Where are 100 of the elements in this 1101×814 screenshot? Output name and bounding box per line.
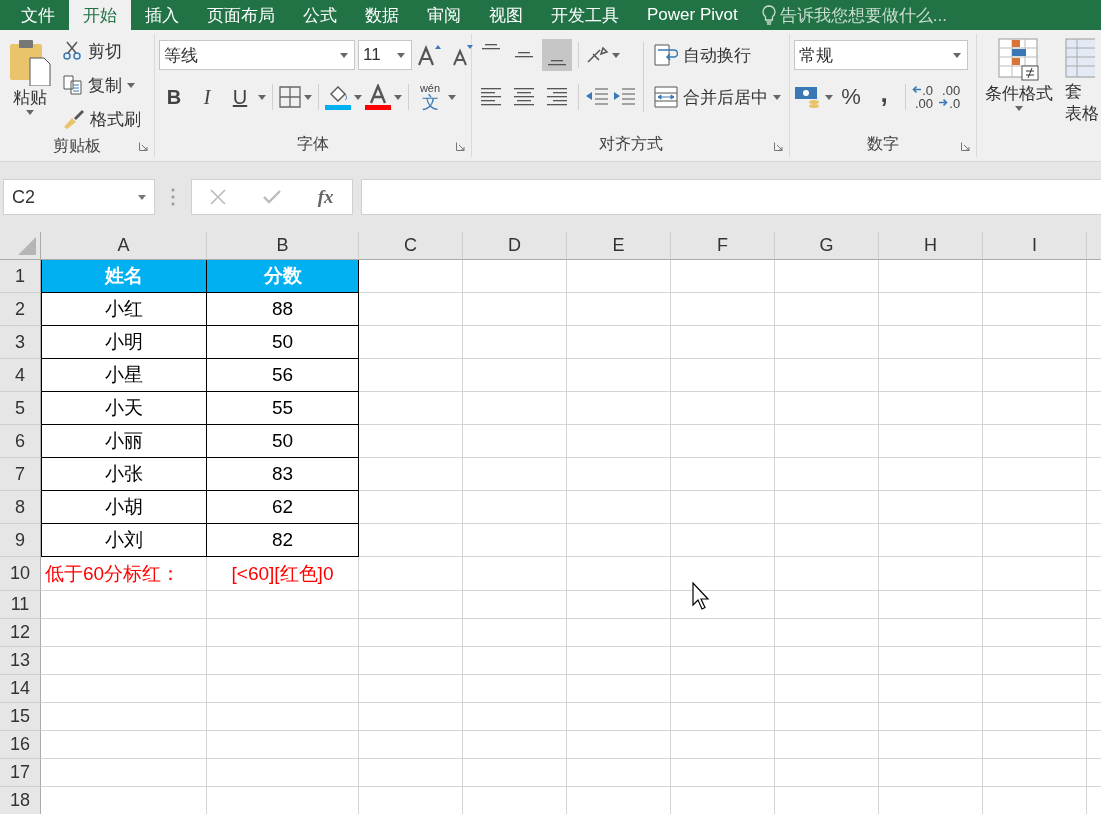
- caret-icon: [953, 52, 961, 58]
- ribbon-tab[interactable]: 开始: [69, 0, 131, 30]
- caret-icon: [394, 94, 402, 100]
- table-cell: 50: [207, 425, 359, 458]
- caret-icon: [127, 82, 135, 88]
- phonetic-button[interactable]: wén 文: [415, 81, 445, 113]
- percent-button[interactable]: %: [836, 81, 866, 113]
- conditional-formatting-button[interactable]: 条件格式: [981, 36, 1057, 155]
- checkmark-icon[interactable]: [263, 190, 282, 204]
- row-header[interactable]: 6: [0, 425, 41, 458]
- column-title: 分数: [207, 260, 359, 293]
- column-header[interactable]: D: [463, 232, 567, 260]
- table-cell: 82: [207, 524, 359, 557]
- fill-color-icon[interactable]: [325, 84, 351, 110]
- caret-icon: [1015, 106, 1023, 112]
- row-header[interactable]: 11: [0, 591, 41, 619]
- table-cell: 88: [207, 293, 359, 326]
- column-header[interactable]: H: [879, 232, 983, 260]
- row-header[interactable]: 10: [0, 557, 41, 591]
- ribbon-tab[interactable]: 公式: [289, 0, 351, 30]
- row-header[interactable]: 7: [0, 458, 41, 491]
- bold-button[interactable]: B: [159, 81, 189, 113]
- ribbon-tab[interactable]: 数据: [351, 0, 413, 30]
- dialog-launcher-icon[interactable]: [139, 142, 148, 151]
- comma-button[interactable]: ,: [869, 81, 899, 113]
- row-header[interactable]: 1: [0, 260, 41, 293]
- ribbon-tab[interactable]: 文件: [7, 0, 69, 30]
- row-header[interactable]: 14: [0, 675, 41, 703]
- table-cell: 83: [207, 458, 359, 491]
- group-label: 字体: [297, 133, 329, 154]
- currency-icon[interactable]: [794, 84, 822, 110]
- font-size-field[interactable]: 11: [358, 40, 412, 70]
- borders-icon[interactable]: [279, 86, 301, 108]
- ribbon-tab[interactable]: 插入: [131, 0, 193, 30]
- left-arrow-icon: [912, 85, 921, 94]
- column-header[interactable]: F: [671, 232, 775, 260]
- merge-center-button[interactable]: 合并后居中: [651, 78, 784, 116]
- table-cell: 小星: [41, 359, 207, 392]
- caret-icon: [354, 94, 362, 100]
- row-header[interactable]: 4: [0, 359, 41, 392]
- row-header[interactable]: 9: [0, 524, 41, 557]
- decrease-indent-icon[interactable]: [585, 86, 609, 108]
- dialog-launcher-icon[interactable]: [774, 142, 783, 151]
- italic-button[interactable]: I: [192, 81, 222, 113]
- row-header[interactable]: 15: [0, 703, 41, 731]
- copy-button[interactable]: 复制: [60, 70, 144, 100]
- format-painter-button[interactable]: 格式刷: [60, 104, 144, 134]
- right-arrow-icon: [939, 98, 949, 107]
- name-box[interactable]: C2: [3, 179, 155, 215]
- row-header[interactable]: 8: [0, 491, 41, 524]
- ribbon-tab[interactable]: 页面布局: [193, 0, 289, 30]
- row-header[interactable]: 2: [0, 293, 41, 326]
- font-color-icon[interactable]: [365, 84, 391, 110]
- tell-me-field[interactable]: 告诉我您想要做什么...: [761, 0, 947, 30]
- table-cell: 62: [207, 491, 359, 524]
- table-cell: 55: [207, 392, 359, 425]
- row-header[interactable]: 16: [0, 731, 41, 759]
- decrease-decimal-button[interactable]: .00 .0: [939, 84, 964, 110]
- row-header[interactable]: 13: [0, 647, 41, 675]
- caret-icon: [612, 52, 620, 58]
- formula-input[interactable]: [361, 179, 1101, 215]
- lightbulb-icon: [761, 5, 776, 25]
- row-header[interactable]: 17: [0, 759, 41, 787]
- format-as-table-button[interactable]: 套 表格: [1061, 36, 1099, 155]
- paste-button[interactable]: 粘贴: [4, 36, 56, 134]
- bottom-align-icon: [548, 60, 566, 66]
- increase-decimal-button[interactable]: .0 .00: [912, 84, 937, 110]
- column-header[interactable]: B: [207, 232, 359, 260]
- right-align-icon: [547, 88, 567, 106]
- insert-function-button[interactable]: fx: [317, 186, 334, 208]
- left-align-icon: [481, 88, 501, 106]
- wrap-text-button[interactable]: 自动换行: [651, 36, 784, 74]
- column-header[interactable]: E: [567, 232, 671, 260]
- row-header[interactable]: 3: [0, 326, 41, 359]
- column-header[interactable]: G: [775, 232, 879, 260]
- ribbon-tab[interactable]: 审阅: [413, 0, 475, 30]
- ribbon-tab[interactable]: Power Pivot: [633, 0, 752, 30]
- column-title: 姓名: [41, 260, 207, 293]
- column-header[interactable]: C: [359, 232, 463, 260]
- table-icon: [1065, 38, 1095, 80]
- caret-icon: [397, 52, 405, 58]
- table-cell: 低于60分标红：: [41, 557, 207, 591]
- row-header[interactable]: 18: [0, 787, 41, 814]
- mouse-pointer-icon: [692, 582, 710, 610]
- increase-indent-icon[interactable]: [612, 86, 636, 108]
- font-name-field[interactable]: 等线: [159, 40, 355, 70]
- cut-button[interactable]: 剪切: [60, 36, 144, 66]
- number-format-field[interactable]: 常规: [794, 40, 968, 70]
- table-cell: 小天: [41, 392, 207, 425]
- row-header[interactable]: 5: [0, 392, 41, 425]
- dialog-launcher-icon[interactable]: [961, 142, 970, 151]
- ribbon-tab[interactable]: 开发工具: [537, 0, 633, 30]
- row-header[interactable]: 12: [0, 619, 41, 647]
- caret-icon: [340, 52, 348, 58]
- vertical-align-button[interactable]: [542, 39, 572, 71]
- underline-button[interactable]: U: [225, 81, 255, 113]
- column-header[interactable]: I: [983, 232, 1087, 260]
- ribbon-tab[interactable]: 视图: [475, 0, 537, 30]
- dialog-launcher-icon[interactable]: [456, 142, 465, 151]
- column-header[interactable]: A: [41, 232, 207, 260]
